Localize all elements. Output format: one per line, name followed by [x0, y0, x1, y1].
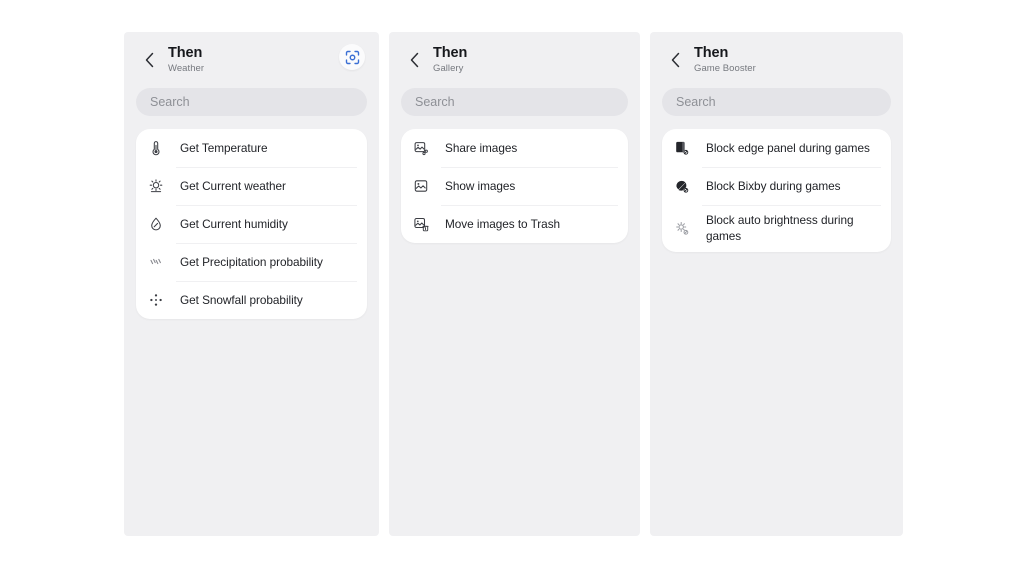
header-text-group: Then Gallery [433, 46, 467, 74]
search-input[interactable] [676, 95, 877, 109]
list-item-label: Block Bixby during games [706, 178, 841, 194]
page-title: Then [433, 46, 467, 62]
list-item[interactable]: Get Temperature [136, 129, 367, 167]
image-trash-icon [412, 215, 430, 233]
search-container-game-booster [650, 88, 903, 116]
action-list-gallery: Share images Show images [401, 129, 628, 243]
thermometer-icon [147, 139, 165, 157]
bixby-block-icon [673, 177, 691, 195]
list-item-label: Block edge panel during games [706, 140, 870, 156]
panel-game-booster: Then Game Booster [650, 32, 903, 536]
screenshot-root: Then Weather [0, 0, 1024, 576]
list-item-label: Get Temperature [180, 140, 268, 156]
search-input[interactable] [150, 95, 353, 109]
rain-drops-icon [147, 253, 165, 271]
list-item-label: Show images [445, 178, 515, 194]
page-subtitle: Weather [168, 64, 204, 74]
panel-header-game-booster: Then Game Booster [650, 32, 903, 88]
header-text-group: Then Weather [168, 46, 204, 74]
search-input[interactable] [415, 95, 614, 109]
list-item-label: Get Snowfall probability [180, 292, 303, 308]
search-bar[interactable] [401, 88, 628, 116]
image-share-icon [412, 139, 430, 157]
back-button[interactable] [664, 49, 686, 71]
list-item[interactable]: Block edge panel during games [662, 129, 891, 167]
list-item[interactable]: Show images [401, 167, 628, 205]
search-container-weather [124, 88, 379, 116]
list-item-label: Get Current humidity [180, 216, 288, 232]
image-show-icon [412, 177, 430, 195]
panel-header-weather: Then Weather [124, 32, 379, 88]
list-item[interactable]: Get Current weather [136, 167, 367, 205]
scan-viewfinder-icon [345, 50, 360, 65]
list-item-label: Get Precipitation probability [180, 254, 323, 270]
scan-button[interactable] [339, 44, 365, 70]
page-subtitle: Gallery [433, 64, 467, 74]
panel-gallery: Then Gallery [389, 32, 640, 536]
list-item[interactable]: Get Current humidity [136, 205, 367, 243]
page-title: Then [694, 46, 756, 62]
chevron-left-icon [669, 51, 682, 69]
panel-weather: Then Weather [124, 32, 379, 536]
list-item[interactable]: Get Snowfall probability [136, 281, 367, 319]
page-subtitle: Game Booster [694, 64, 756, 74]
snowflake-icon [147, 291, 165, 309]
list-item[interactable]: Move images to Trash [401, 205, 628, 243]
header-text-group: Then Game Booster [694, 46, 756, 74]
auto-brightness-block-icon [673, 219, 691, 237]
list-item-label: Get Current weather [180, 178, 286, 194]
list-item[interactable]: Block auto brightness during games [662, 205, 891, 252]
chevron-left-icon [408, 51, 421, 69]
list-item[interactable]: Get Precipitation probability [136, 243, 367, 281]
search-bar[interactable] [662, 88, 891, 116]
list-item-label: Share images [445, 140, 517, 156]
page-title: Then [168, 46, 204, 62]
search-bar[interactable] [136, 88, 367, 116]
search-container-gallery [389, 88, 640, 116]
list-item-label: Move images to Trash [445, 216, 560, 232]
edge-panel-block-icon [673, 139, 691, 157]
list-item-label: Block auto brightness during games [706, 212, 879, 245]
list-item[interactable]: Block Bixby during games [662, 167, 891, 205]
sun-cloud-icon [147, 177, 165, 195]
water-drop-icon [147, 215, 165, 233]
back-button[interactable] [403, 49, 425, 71]
action-list-game-booster: Block edge panel during games Block Bixb… [662, 129, 891, 252]
back-button[interactable] [138, 49, 160, 71]
chevron-left-icon [143, 51, 156, 69]
action-list-weather: Get Temperature Get Current weather [136, 129, 367, 319]
list-item[interactable]: Share images [401, 129, 628, 167]
panel-header-gallery: Then Gallery [389, 32, 640, 88]
